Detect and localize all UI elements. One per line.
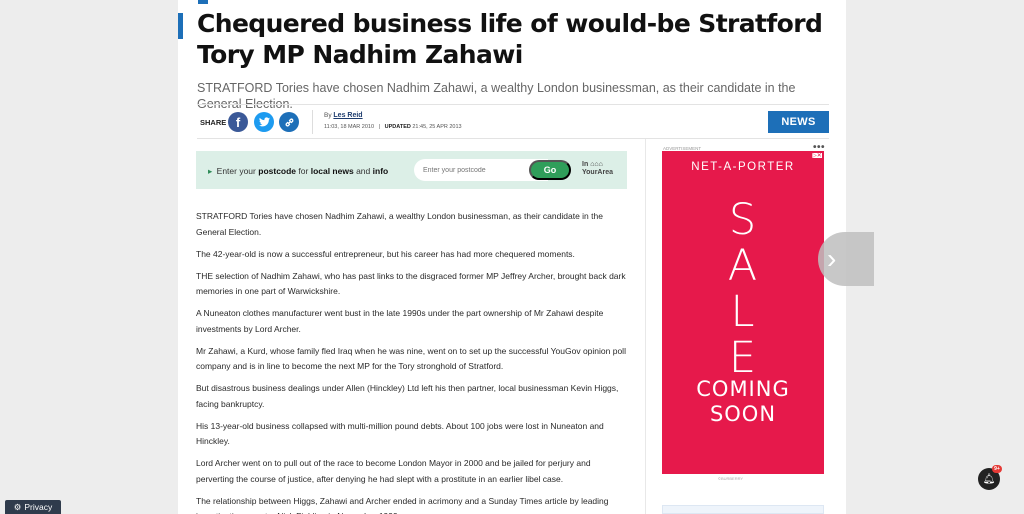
article-paragraph: The 42-year-old is now a successful entr… [196,248,575,259]
article-page: Chequered business life of would-be Stra… [178,0,846,514]
article-paragraph: A Nuneaton clothes manufacturer went bus… [196,308,604,334]
prompt-bold-postcode: postcode [258,166,297,176]
byline: By Les Reid [324,112,363,119]
article-paragraph: But disastrous business dealings under A… [196,383,619,409]
headline: Chequered business life of would-be Stra… [197,9,823,69]
divider [197,104,829,105]
share-label: SHARE [200,118,227,127]
updated-label: UPDATED [384,124,411,130]
ad-brand: NET-A-PORTER [691,161,795,173]
postcode-go-button[interactable]: Go [529,160,571,180]
logo-line1: In [582,161,589,168]
headline-accent-bar [178,13,183,39]
ad-coming: COMING [696,377,790,401]
inyourarea-logo: In ⌂⌂⌂ YourArea [582,161,613,177]
ad-close-icon[interactable]: ▷✕ [811,152,823,159]
divider [197,138,829,139]
ad-credit: ©BURBERRY [718,476,744,481]
next-article-button[interactable]: › [818,232,874,286]
prompt-text: and [356,166,371,176]
article-body: STRATFORD Tories have chosen Nadhim Zaha… [196,209,628,514]
meta-separator [312,110,313,134]
prompt-bold-info: info [372,166,389,176]
author-link[interactable]: Les Reid [333,112,362,119]
ad-sale-letter: S [728,195,758,245]
copy-link-button[interactable] [279,112,299,132]
prompt-text: for [298,166,309,176]
houses-icon: ⌂⌂⌂ [590,161,603,168]
ad-sale-text: S A L E [662,197,824,381]
prompt-bold-local-news: local news [310,166,354,176]
postcode-input[interactable] [414,159,548,181]
article-paragraph: Lord Archer went on to pull out of the r… [196,458,591,484]
prompt-text: Enter your [216,166,256,176]
privacy-label: Privacy [24,502,53,512]
gear-icon: ⚙ [13,501,22,512]
twitter-share-button[interactable] [254,112,274,132]
sale-advert[interactable]: ▷✕ NET-A-PORTER S A L E COMING SOON [662,151,824,474]
logo-line2: YourArea [582,169,613,176]
article-paragraph: Mr Zahawi, a Kurd, whose family fled Ira… [196,345,626,372]
facebook-icon: f [235,114,241,130]
postcode-prompt: ▸ Enter your postcode for local news and… [208,166,388,177]
updated-date: 21:45, 25 APR 2013 [412,124,462,130]
column-separator [645,139,646,514]
article-paragraph: THE selection of Nadhim Zahawi, who has … [196,270,626,297]
published-date: 11:03, 18 MAR 2010 [324,124,375,130]
twitter-icon [258,117,270,127]
postcode-widget: ▸ Enter your postcode for local news and… [196,151,627,189]
arrow-right-icon: ▸ [208,166,213,176]
article-paragraph: His 13-year-old business collapsed with … [196,420,604,447]
byline-prefix: By [324,112,332,119]
top-chip [198,0,208,4]
standfirst: STRATFORD Tories have chosen Nadhim Zaha… [197,81,796,111]
ad-sale-letter: A [727,241,759,291]
ad-soon: SOON [709,402,777,426]
article-paragraph: The relationship between Higgs, Zahawi a… [196,495,609,514]
notification-badge: 9+ [992,465,1002,473]
facebook-share-button[interactable]: f [228,112,248,132]
bell-icon: 🔔︎ [982,473,996,485]
article-paragraph: STRATFORD Tories have chosen Nadhim Zaha… [196,211,603,237]
secondary-advert[interactable] [662,505,824,514]
article-dates: 11:03, 18 MAR 2010 | UPDATED 21:45, 25 A… [324,124,462,130]
privacy-button[interactable]: ⚙ Privacy [5,500,61,514]
ad-coming-soon: COMING SOON [662,377,824,427]
link-icon [284,117,294,127]
ad-sale-letter: E [728,333,758,383]
chevron-right-icon: › [827,243,837,274]
ad-sale-letter: L [730,287,756,337]
section-tag-news[interactable]: NEWS [768,111,829,133]
